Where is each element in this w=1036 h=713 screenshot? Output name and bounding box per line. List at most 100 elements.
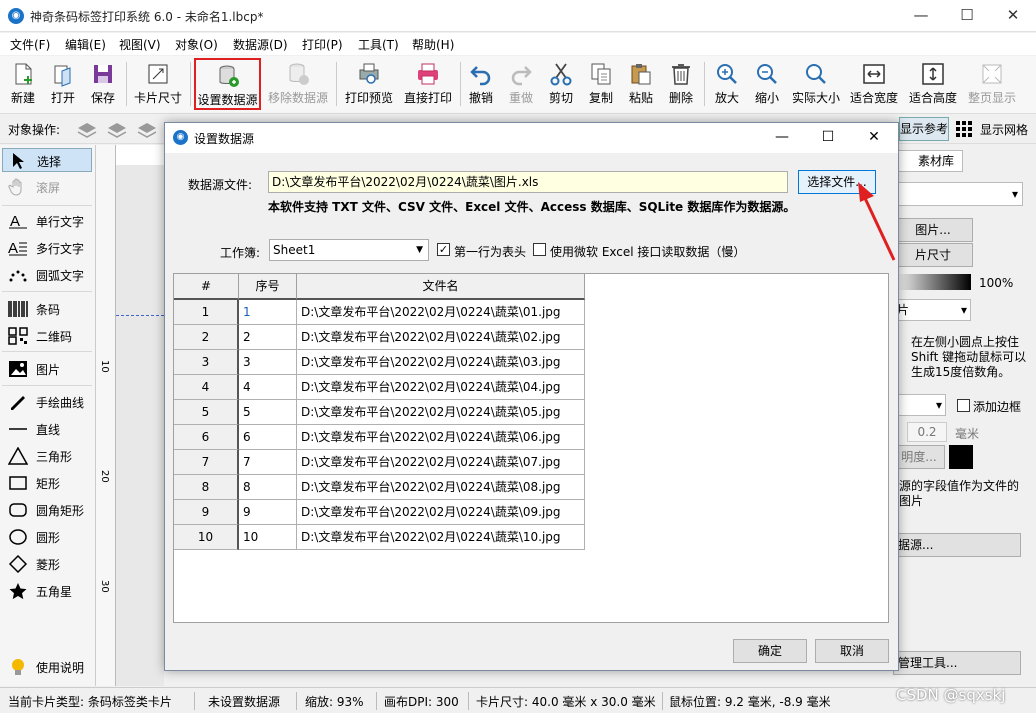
row-index-cell[interactable]: 4: [174, 375, 239, 400]
paste-button[interactable]: 粘贴: [624, 58, 658, 110]
serial-cell[interactable]: 7: [239, 450, 297, 475]
full-page-button[interactable]: 整页显示: [964, 58, 1020, 110]
serial-cell[interactable]: 4: [239, 375, 297, 400]
border-width-input[interactable]: 0.2: [907, 422, 947, 442]
tool-single-text[interactable]: A 单行文字: [2, 209, 92, 233]
row-index-cell[interactable]: 9: [174, 500, 239, 525]
material-library-tab[interactable]: 素材库: [893, 150, 963, 172]
menu-datasource[interactable]: 数据源(D): [233, 36, 288, 53]
tool-multi-text[interactable]: A 多行文字: [2, 236, 92, 260]
serial-cell[interactable]: 6: [239, 425, 297, 450]
dialog-close-button[interactable]: ✕: [851, 123, 897, 153]
filename-cell[interactable]: D:\文章发布平台\2022\02月\0224\蔬菜\01.jpg: [297, 300, 585, 325]
filename-cell[interactable]: D:\文章发布平台\2022\02月\0224\蔬菜\10.jpg: [297, 525, 585, 550]
choose-image-button[interactable]: 图片...: [893, 218, 973, 242]
tool-freehand[interactable]: 手绘曲线: [2, 390, 92, 414]
set-datasource-button[interactable]: 设置数据源: [194, 58, 261, 110]
tool-diamond[interactable]: 菱形: [2, 552, 92, 576]
color-swatch[interactable]: [949, 445, 973, 469]
serial-cell[interactable]: 2: [239, 325, 297, 350]
menu-print[interactable]: 打印(P): [302, 36, 343, 53]
redo-button[interactable]: 重做: [504, 58, 538, 110]
serial-cell[interactable]: 10: [239, 525, 297, 550]
fit-height-button[interactable]: 适合高度: [905, 58, 961, 110]
filename-cell[interactable]: D:\文章发布平台\2022\02月\0224\蔬菜\03.jpg: [297, 350, 585, 375]
ms-excel-interface-checkbox[interactable]: [533, 243, 546, 256]
menu-help[interactable]: 帮助(H): [412, 36, 454, 53]
row-index-cell[interactable]: 10: [174, 525, 239, 550]
datasource-panel-button[interactable]: 据源...: [893, 533, 1021, 557]
copy-button[interactable]: 复制: [584, 58, 618, 110]
tool-arc-text[interactable]: 圆弧文字: [2, 263, 92, 287]
filename-cell[interactable]: D:\文章发布平台\2022\02月\0224\蔬菜\05.jpg: [297, 400, 585, 425]
row-index-cell[interactable]: 3: [174, 350, 239, 375]
tool-select[interactable]: 选择: [2, 148, 92, 172]
first-row-header-checkbox[interactable]: ✓: [437, 243, 450, 256]
filename-cell[interactable]: D:\文章发布平台\2022\02月\0224\蔬菜\04.jpg: [297, 375, 585, 400]
card-size-button[interactable]: 卡片尺寸: [130, 58, 186, 110]
serial-cell[interactable]: 5: [239, 400, 297, 425]
maximize-button[interactable]: ☐: [944, 0, 990, 32]
tool-star[interactable]: 五角星: [2, 579, 92, 603]
column-header-serial[interactable]: 序号: [239, 274, 297, 300]
menu-object[interactable]: 对象(O): [175, 36, 218, 53]
panel-combo-2[interactable]: 片 ▾: [893, 299, 971, 321]
menu-view[interactable]: 视图(V): [119, 36, 161, 53]
column-header-filename[interactable]: 文件名: [297, 274, 585, 300]
cut-button[interactable]: 剪切: [544, 58, 578, 110]
serial-cell[interactable]: 1: [239, 300, 297, 325]
cancel-button[interactable]: 取消: [815, 639, 889, 663]
save-button[interactable]: 保存: [84, 58, 122, 110]
tool-qrcode[interactable]: 二维码: [2, 324, 92, 348]
column-header-index[interactable]: #: [174, 274, 239, 300]
print-preview-button[interactable]: 打印预览: [341, 58, 397, 110]
help-button[interactable]: 使用说明: [2, 655, 92, 679]
dialog-minimize-button[interactable]: —: [759, 123, 805, 153]
filename-cell[interactable]: D:\文章发布平台\2022\02月\0224\蔬菜\09.jpg: [297, 500, 585, 525]
row-index-cell[interactable]: 5: [174, 400, 239, 425]
filename-cell[interactable]: D:\文章发布平台\2022\02月\0224\蔬菜\08.jpg: [297, 475, 585, 500]
datasource-file-input[interactable]: D:\文章发布平台\2022\02月\0224\蔬菜\图片.xls: [268, 171, 788, 193]
tool-circle[interactable]: 圆形: [2, 525, 92, 549]
filename-cell[interactable]: D:\文章发布平台\2022\02月\0224\蔬菜\07.jpg: [297, 450, 585, 475]
filename-cell[interactable]: D:\文章发布平台\2022\02月\0224\蔬菜\02.jpg: [297, 325, 585, 350]
opacity-button[interactable]: 明度...: [893, 445, 945, 469]
show-reference-lines-toggle[interactable]: 显示参考线: [899, 117, 949, 141]
menu-tools[interactable]: 工具(T): [358, 36, 399, 53]
row-index-cell[interactable]: 7: [174, 450, 239, 475]
border-combo[interactable]: ▾: [893, 394, 946, 416]
open-button[interactable]: 打开: [44, 58, 82, 110]
actual-size-button[interactable]: 实际大小: [789, 58, 843, 110]
card-size-panel-button[interactable]: 片尺寸: [893, 243, 973, 267]
filename-cell[interactable]: D:\文章发布平台\2022\02月\0224\蔬菜\06.jpg: [297, 425, 585, 450]
add-border-checkbox[interactable]: [957, 399, 970, 412]
data-grid[interactable]: # 序号 文件名 1 1 D:\文章发布平台\2022\02月\0224\蔬菜\01…: [173, 273, 889, 623]
workbook-select[interactable]: Sheet1 ▼: [269, 239, 429, 261]
fit-width-button[interactable]: 适合宽度: [846, 58, 902, 110]
tool-image[interactable]: 图片: [2, 357, 92, 381]
tool-rectangle[interactable]: 矩形: [2, 471, 92, 495]
undo-button[interactable]: 撤销: [464, 58, 498, 110]
tool-line[interactable]: 直线: [2, 417, 92, 441]
row-index-cell[interactable]: 1: [174, 300, 239, 325]
row-index-cell[interactable]: 6: [174, 425, 239, 450]
zoom-out-button[interactable]: 缩小: [748, 58, 786, 110]
opacity-slider[interactable]: [893, 274, 971, 290]
menu-edit[interactable]: 编辑(E): [65, 36, 106, 53]
panel-combo[interactable]: ▾: [893, 182, 1023, 206]
row-index-cell[interactable]: 8: [174, 475, 239, 500]
remove-datasource-button[interactable]: 移除数据源: [265, 58, 331, 110]
tool-barcode[interactable]: 条码: [2, 297, 92, 321]
tool-rounded-rectangle[interactable]: 圆角矩形: [2, 498, 92, 522]
serial-cell[interactable]: 8: [239, 475, 297, 500]
design-canvas[interactable]: 10 20 30: [96, 145, 164, 686]
serial-cell[interactable]: 9: [239, 500, 297, 525]
minimize-button[interactable]: —: [898, 0, 944, 32]
close-button[interactable]: ✕: [990, 0, 1036, 32]
row-index-cell[interactable]: 2: [174, 325, 239, 350]
show-grid-toggle[interactable]: 显示网格: [980, 121, 1028, 138]
menu-file[interactable]: 文件(F): [10, 36, 50, 53]
dialog-maximize-button[interactable]: ☐: [805, 123, 851, 153]
delete-button[interactable]: 删除: [664, 58, 698, 110]
ok-button[interactable]: 确定: [733, 639, 807, 663]
